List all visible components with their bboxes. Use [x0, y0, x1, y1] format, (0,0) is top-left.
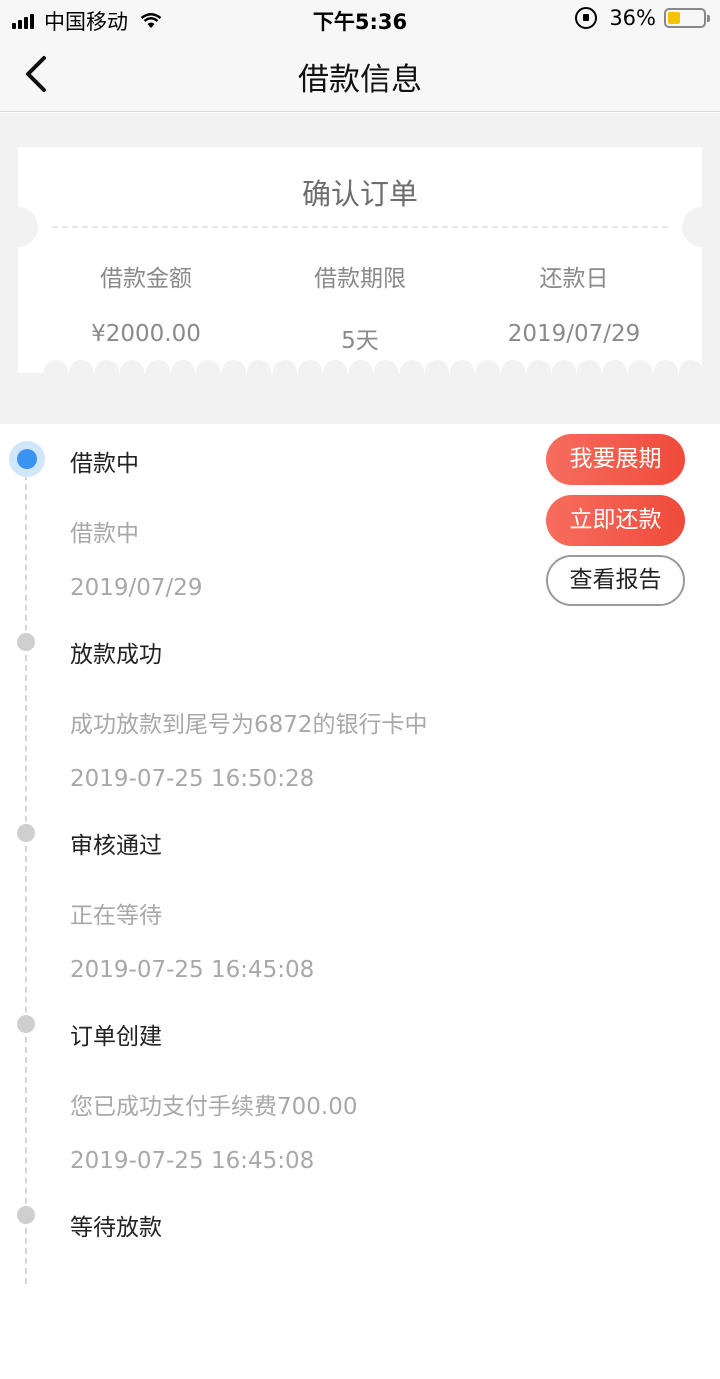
- scallop-notch: [171, 360, 195, 384]
- status-dot-icon: [17, 1015, 35, 1033]
- scallop-notch: [577, 360, 602, 384]
- order-ticket-card: 确认订单 借款金额 ¥2000.00 借款期限 5天 还款日 2019/07/2…: [0, 147, 720, 384]
- ticket-divider: [52, 226, 668, 228]
- nav-bar: 借款信息: [0, 36, 720, 112]
- timeline-step-disbursed: 放款成功 成功放款到尾号为6872的银行卡中 2019-07-25 16:50:…: [0, 615, 720, 806]
- loan-status-timeline: 借款中 借款中 2019/07/29 放款成功 成功放款到尾号为6872的银行卡…: [0, 424, 720, 1284]
- repay-date-value: 2019/07/29: [507, 321, 641, 347]
- scallop-notch: [247, 360, 272, 384]
- battery-percent: 36%: [609, 6, 656, 30]
- step-time: 2019-07-25 16:45:08: [70, 1148, 315, 1174]
- scallop-notch: [374, 360, 399, 384]
- step-title: 借款中: [70, 451, 139, 477]
- timeline-step-approved: 审核通过 正在等待 2019-07-25 16:45:08: [0, 806, 720, 997]
- scallop-notch: [450, 360, 475, 384]
- scallop-notch: [69, 360, 94, 384]
- status-right: 36%: [575, 6, 710, 30]
- step-description: 成功放款到尾号为6872的银行卡中: [70, 712, 428, 738]
- scallop-notch: [323, 360, 348, 384]
- scallop-notch: [526, 360, 551, 384]
- step-title: 订单创建: [70, 1024, 162, 1050]
- timeline-step-created: 订单创建 您已成功支付手续费700.00 2019-07-25 16:45:08: [0, 997, 720, 1188]
- loan-term-label: 借款期限: [314, 266, 406, 292]
- ticket-title: 确认订单: [301, 177, 418, 211]
- step-description: 您已成功支付手续费700.00: [70, 1094, 358, 1120]
- step-title: 等待放款: [70, 1215, 162, 1241]
- status-dot-icon: [17, 633, 35, 651]
- scallop-notch: [145, 360, 170, 384]
- scallop-notch: [94, 360, 119, 384]
- scallop-notch: [552, 360, 576, 384]
- scallop-notch: [475, 360, 500, 384]
- extend-loan-button[interactable]: 我要展期: [546, 434, 685, 485]
- loan-amount-value: ¥2000.00: [91, 321, 201, 347]
- timeline-step-waiting: 等待放款: [0, 1188, 720, 1379]
- status-bar: 中国移动 下午5:36 36%: [0, 0, 720, 36]
- scallop-notch: [44, 360, 68, 384]
- step-title: 放款成功: [70, 642, 162, 668]
- scallop-notch: [348, 360, 373, 384]
- repay-date-label: 还款日: [539, 266, 609, 292]
- page-title: 借款信息: [298, 62, 422, 98]
- scallop-notch: [298, 360, 322, 384]
- scallop-notch: [120, 360, 145, 384]
- scallop-notch: [679, 360, 702, 384]
- step-time: 2019-07-25 16:50:28: [70, 766, 315, 792]
- loan-term-column: 借款期限 5天: [246, 259, 474, 355]
- scallop-notch: [399, 360, 424, 384]
- scallop-notch: [196, 360, 221, 384]
- battery-fill: [668, 12, 681, 24]
- step-time: 2019/07/29: [70, 575, 203, 601]
- scallop-notch: [221, 360, 246, 384]
- step-title: 审核通过: [70, 833, 162, 859]
- repay-date-column: 还款日 2019/07/29: [460, 259, 688, 347]
- view-report-button[interactable]: 查看报告: [546, 555, 685, 606]
- scallop-notch: [628, 360, 653, 384]
- loan-amount-label: 借款金额: [100, 266, 192, 292]
- scallop-notch: [501, 360, 526, 384]
- status-dot-icon: [17, 824, 35, 842]
- battery-icon: [664, 8, 710, 28]
- scallop-notch: [272, 360, 297, 384]
- ticket-notch-right: [682, 207, 720, 247]
- loan-term-value: 5天: [341, 328, 379, 354]
- step-description: 借款中: [70, 521, 139, 547]
- rotation-lock-icon: [575, 7, 598, 29]
- repay-now-button[interactable]: 立即还款: [546, 495, 685, 546]
- step-description: 正在等待: [70, 903, 162, 929]
- status-dot-icon: [17, 1206, 35, 1224]
- ticket-scalloped-edge: [18, 360, 702, 386]
- scallop-notch: [602, 360, 627, 384]
- scallop-notch: [653, 360, 678, 384]
- active-status-dot-icon: [9, 441, 45, 477]
- scallop-notch: [425, 360, 449, 384]
- loan-amount-column: 借款金额 ¥2000.00: [32, 259, 260, 347]
- step-time: 2019-07-25 16:45:08: [70, 957, 315, 983]
- ticket-notch-left: [0, 207, 38, 247]
